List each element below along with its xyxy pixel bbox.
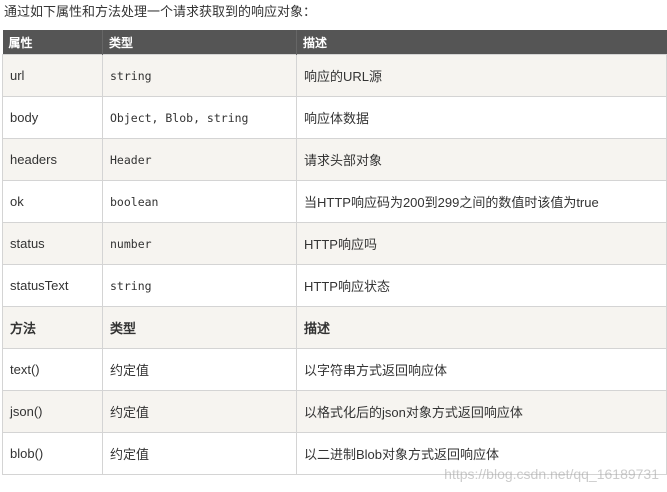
table-row: url string 响应的URL源: [2, 54, 667, 97]
method-name: blob(): [2, 432, 103, 475]
property-name: statusText: [2, 264, 103, 307]
method-header-row: 方法 类型 描述: [2, 306, 667, 349]
property-type: boolean: [102, 180, 297, 223]
table-row: headers Header 请求头部对象: [2, 138, 667, 181]
response-properties-table: 属性 类型 描述 url string 响应的URL源 body Object,…: [2, 30, 667, 475]
property-description: 响应体数据: [296, 96, 667, 139]
table-row: json() 约定值 以格式化后的json对象方式返回响应体: [2, 390, 667, 433]
property-description: HTTP响应吗: [296, 222, 667, 265]
property-description: 请求头部对象: [296, 138, 667, 181]
property-name: status: [2, 222, 103, 265]
property-type: number: [102, 222, 297, 265]
watermark-url: https://blog.csdn.net/qq_16189731: [444, 466, 659, 482]
method-type: 约定值: [102, 348, 297, 391]
header-method-type: 类型: [102, 306, 297, 349]
property-description: HTTP响应状态: [296, 264, 667, 307]
property-name: ok: [2, 180, 103, 223]
table-row: body Object, Blob, string 响应体数据: [2, 96, 667, 139]
table-row: statusText string HTTP响应状态: [2, 264, 667, 307]
header-method-description: 描述: [296, 306, 667, 349]
header-method: 方法: [2, 306, 103, 349]
method-name: json(): [2, 390, 103, 433]
method-description: 以格式化后的json对象方式返回响应体: [296, 390, 667, 433]
property-name: headers: [2, 138, 103, 181]
table-row: status number HTTP响应吗: [2, 222, 667, 265]
method-type: 约定值: [102, 390, 297, 433]
table-row: text() 约定值 以字符串方式返回响应体: [2, 348, 667, 391]
property-type: Header: [102, 138, 297, 181]
table-header-row: 属性 类型 描述: [2, 30, 667, 55]
property-type: string: [102, 54, 297, 97]
header-property: 属性: [2, 30, 103, 55]
property-type: Object, Blob, string: [102, 96, 297, 139]
method-name: text(): [2, 348, 103, 391]
property-name: body: [2, 96, 103, 139]
property-description: 当HTTP响应码为200到299之间的数值时该值为true: [296, 180, 667, 223]
intro-text: 通过如下属性和方法处理一个请求获取到的响应对象：: [4, 5, 317, 20]
property-description: 响应的URL源: [296, 54, 667, 97]
property-type: string: [102, 264, 297, 307]
method-description: 以字符串方式返回响应体: [296, 348, 667, 391]
header-description: 描述: [296, 30, 667, 55]
method-type: 约定值: [102, 432, 297, 475]
table-row: ok boolean 当HTTP响应码为200到299之间的数值时该值为true: [2, 180, 667, 223]
property-name: url: [2, 54, 103, 97]
header-type: 类型: [102, 30, 297, 55]
